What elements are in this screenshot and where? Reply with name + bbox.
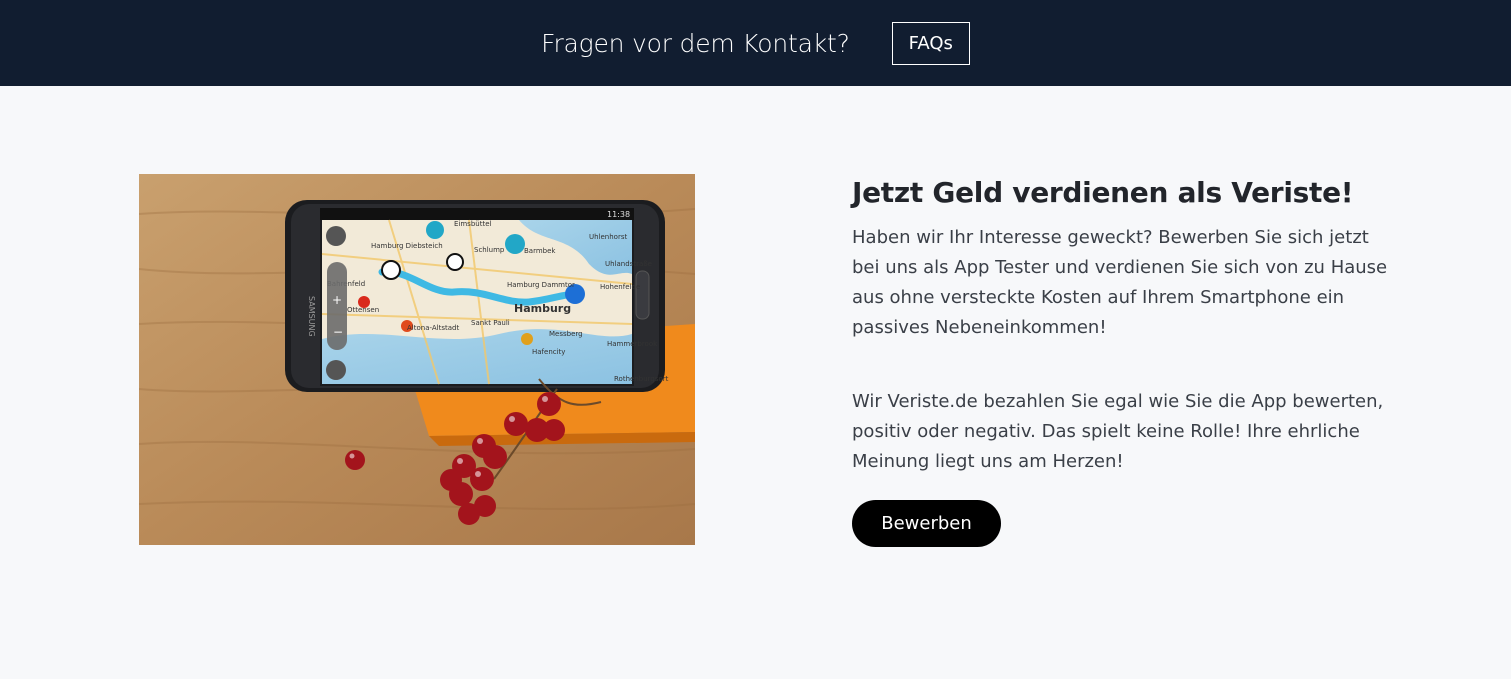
promo-heading: Jetzt Geld verdienen als Veriste!	[852, 176, 1354, 209]
map-label: Ottensen	[347, 306, 379, 314]
phone-navigation-photo: SAMSUNG 11:38 Hamburg Diebsteich Schlump…	[139, 174, 695, 545]
status-time: 11:38	[607, 210, 630, 219]
promo-paragraph-payment: Wir Veriste.de bezahlen Sie egal wie Sie…	[852, 391, 1384, 472]
map-label: Hamburg Dammtor	[507, 281, 575, 289]
svg-text:+: +	[332, 293, 342, 307]
promo-section: SAMSUNG 11:38 Hamburg Diebsteich Schlump…	[0, 86, 1511, 679]
map-label: Hammerbrook	[607, 340, 658, 348]
map-label: Rothenburgsort	[614, 375, 669, 383]
map-label: Sankt Pauli	[471, 319, 510, 327]
faq-button[interactable]: FAQs	[891, 21, 970, 65]
promo-content: Jetzt Geld verdienen als Veriste! Haben …	[852, 176, 1392, 547]
apply-button[interactable]: Bewerben	[852, 500, 1001, 547]
contact-question: Fragen vor dem Kontakt?	[541, 28, 850, 58]
map-label: Eimsbüttel	[454, 220, 492, 228]
top-contact-bar: Fragen vor dem Kontakt? FAQs	[0, 0, 1511, 86]
map-label: Altona-Altstadt	[407, 324, 459, 332]
map-label: Messberg	[549, 330, 583, 338]
map-label: Hohenfelde	[600, 283, 640, 291]
map-label: Uhlandstraße	[605, 260, 652, 268]
svg-text:−: −	[333, 325, 343, 339]
map-label: Uhlenhorst	[589, 233, 627, 241]
phone-brand: SAMSUNG	[307, 296, 316, 337]
promo-paragraph-interest: Haben wir Ihr Interesse geweckt? Bewerbe…	[852, 227, 1388, 338]
map-label: Hamburg Diebsteich	[371, 242, 443, 250]
map-label: Schlump	[474, 246, 505, 254]
map-label: Hamburg	[514, 302, 571, 315]
map-label: Barmbek	[524, 247, 556, 255]
map-label: Hafencity	[532, 348, 565, 356]
